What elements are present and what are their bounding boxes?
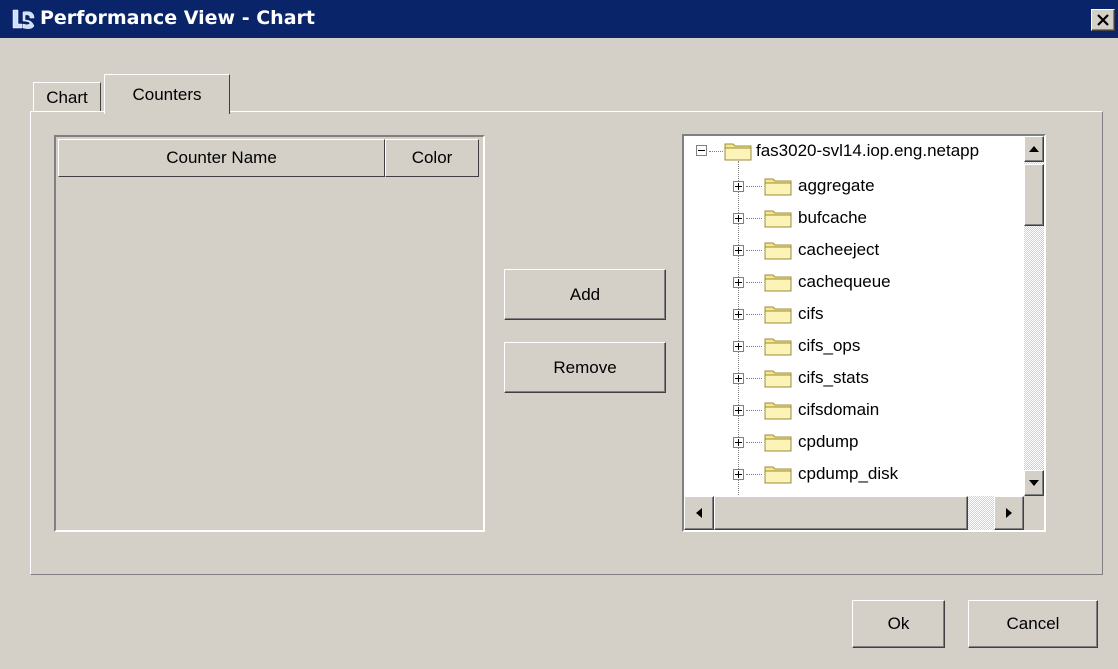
tree-connector: [746, 314, 762, 315]
tree-connector: [709, 151, 723, 152]
expand-plus-icon[interactable]: [733, 341, 744, 352]
counter-table[interactable]: Counter Name Color: [54, 135, 485, 532]
tab-counters-label: Counters: [132, 84, 202, 104]
folder-icon: [764, 274, 792, 292]
tree-node[interactable]: bufcache: [798, 203, 867, 233]
remove-button[interactable]: Remove: [504, 342, 666, 393]
vertical-scroll-thumb[interactable]: [1024, 164, 1044, 226]
horizontal-scrollbar[interactable]: [684, 496, 1024, 530]
tree-node[interactable]: cifs_stats: [798, 363, 869, 393]
tree-connector: [746, 346, 762, 347]
tree-connector: [746, 442, 762, 443]
expand-plus-icon[interactable]: [733, 469, 744, 480]
tree-node[interactable]: cachequeue: [798, 267, 891, 297]
arrow-down-icon: [1029, 480, 1039, 486]
tab-chart[interactable]: Chart: [33, 82, 101, 112]
netapp-logo-icon: [10, 6, 38, 32]
horizontal-scroll-thumb[interactable]: [714, 496, 968, 530]
tree-connector: [746, 186, 762, 187]
tree-connector: [746, 378, 762, 379]
folder-icon: [764, 370, 792, 388]
scroll-up-button[interactable]: [1024, 136, 1044, 162]
folder-icon: [764, 402, 792, 420]
tree-view[interactable]: fas3020-svl14.iop.eng.netapp aggregate bu…: [684, 136, 1024, 496]
counter-tree[interactable]: fas3020-svl14.iop.eng.netapp aggregate bu…: [682, 134, 1046, 532]
arrow-up-icon: [1029, 146, 1039, 152]
expand-plus-icon[interactable]: [733, 245, 744, 256]
folder-icon: [764, 338, 792, 356]
expand-plus-icon[interactable]: [733, 277, 744, 288]
scroll-left-button[interactable]: [684, 496, 714, 530]
arrow-left-icon: [696, 508, 702, 518]
folder-icon: [724, 143, 752, 161]
folder-icon: [764, 210, 792, 228]
expand-plus-icon[interactable]: [733, 309, 744, 320]
scroll-down-button[interactable]: [1024, 470, 1044, 496]
title-bar: Performance View - Chart: [0, 0, 1118, 38]
close-icon: [1097, 14, 1109, 26]
add-button[interactable]: Add: [504, 269, 666, 320]
arrow-right-icon: [1006, 508, 1012, 518]
cancel-button[interactable]: Cancel: [968, 600, 1098, 648]
expand-plus-icon[interactable]: [733, 213, 744, 224]
expand-plus-icon[interactable]: [733, 181, 744, 192]
tree-node[interactable]: cifs_ops: [798, 331, 860, 361]
tree-node[interactable]: aggregate: [798, 171, 875, 201]
expand-plus-icon[interactable]: [733, 437, 744, 448]
tree-connector: [746, 474, 762, 475]
tree-connector: [746, 218, 762, 219]
window-title: Performance View - Chart: [40, 7, 315, 29]
folder-icon: [764, 178, 792, 196]
tab-counters[interactable]: Counters: [104, 74, 230, 114]
tree-node[interactable]: cifsdomain: [798, 395, 879, 425]
ok-button[interactable]: Ok: [852, 600, 945, 648]
close-button[interactable]: [1091, 9, 1115, 31]
tree-node[interactable]: cpdump_disk: [798, 459, 898, 489]
column-header-counter-name[interactable]: Counter Name: [58, 139, 385, 177]
tree-connector: [746, 282, 762, 283]
vertical-scrollbar[interactable]: [1024, 136, 1044, 496]
scroll-right-button[interactable]: [994, 496, 1024, 530]
expand-plus-icon[interactable]: [733, 405, 744, 416]
tree-connector: [746, 410, 762, 411]
folder-icon: [764, 242, 792, 260]
tree-node[interactable]: cifs: [798, 299, 824, 329]
scrollbar-corner: [1024, 496, 1044, 530]
column-header-color[interactable]: Color: [385, 139, 479, 177]
folder-icon: [764, 306, 792, 324]
tab-chart-label: Chart: [46, 87, 88, 107]
folder-icon: [764, 466, 792, 484]
tree-root-node[interactable]: fas3020-svl14.iop.eng.netapp: [756, 136, 979, 166]
expand-plus-icon[interactable]: [733, 373, 744, 384]
folder-icon: [764, 434, 792, 452]
tree-node[interactable]: cpdump: [798, 427, 858, 457]
collapse-minus-icon[interactable]: [696, 145, 707, 156]
tree-node[interactable]: cacheeject: [798, 235, 879, 265]
tree-connector: [746, 250, 762, 251]
